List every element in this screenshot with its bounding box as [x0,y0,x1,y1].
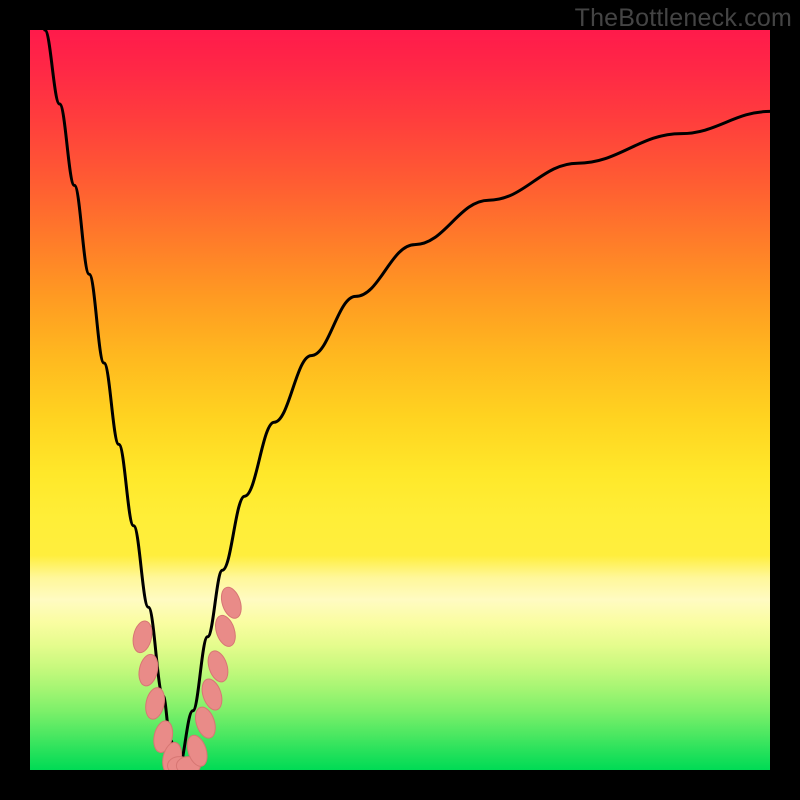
chart-frame: TheBottleneck.com [0,0,800,800]
beads-group [130,585,244,770]
curve-left-branch [45,30,178,770]
curve-right-branch [178,111,770,770]
bead [130,619,154,654]
bead [143,686,167,721]
curves-svg [30,30,770,770]
plot-area [30,30,770,770]
watermark-text: TheBottleneck.com [575,4,792,33]
